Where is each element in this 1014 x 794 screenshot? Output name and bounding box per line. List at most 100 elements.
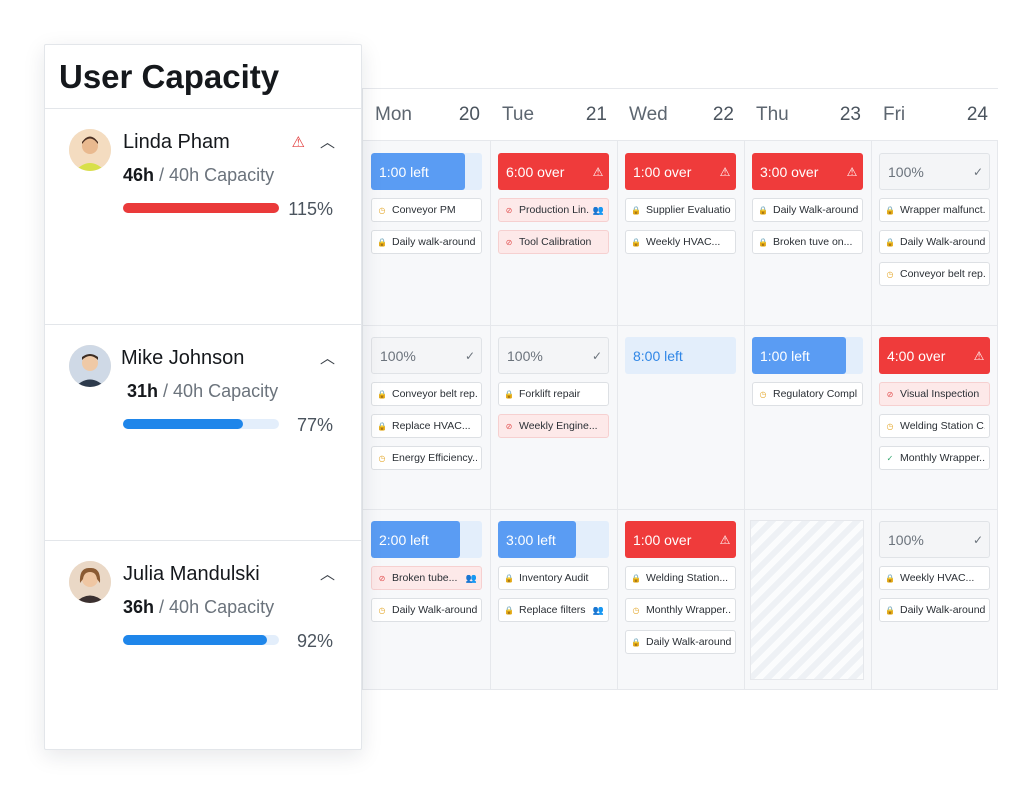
row-divider: [363, 325, 997, 326]
calendar-cell: 2:00 left ⊘ Broken tube... 👥 ◷ Daily Walk-aro…: [371, 521, 482, 622]
task-label: Daily Walk-around: [646, 636, 731, 648]
capacity-indicator[interactable]: 1:00 over ⚠: [625, 521, 736, 558]
lock-icon: 🔒: [885, 605, 895, 615]
capacity-progress-bar: [123, 419, 279, 429]
chevron-up-icon[interactable]: ︿: [320, 131, 335, 152]
capacity-label: 3:00 over: [760, 163, 819, 180]
user-row: Linda Pham ⚠ ︿ 46h / 40h Capacity 115%: [45, 109, 361, 325]
capacity-indicator[interactable]: 6:00 over ⚠: [498, 153, 609, 190]
avatar[interactable]: [69, 129, 111, 171]
task-chip[interactable]: 🔒 Replace HVAC...: [371, 414, 482, 438]
task-label: Welding Station...: [646, 572, 729, 584]
task-chip[interactable]: 🔒 Daily walk-around: [371, 230, 482, 254]
task-chip[interactable]: 🔒 Weekly HVAC...: [625, 230, 736, 254]
column-divider: [617, 89, 618, 689]
task-chip[interactable]: 🔒 Inventory Audit: [498, 566, 609, 590]
task-chip[interactable]: ⊘ Weekly Engine...: [498, 414, 609, 438]
hours-value: 36h: [123, 597, 155, 617]
task-label: Visual Inspection: [900, 388, 980, 400]
clock-icon: ◷: [886, 269, 894, 279]
capacity-indicator[interactable]: 3:00 over ⚠: [752, 153, 863, 190]
task-chip[interactable]: ◷ Regulatory Compl...: [752, 382, 863, 406]
task-chip[interactable]: ⊘ Visual Inspection: [879, 382, 990, 406]
task-chip[interactable]: ✓ Monthly Wrapper...: [879, 446, 990, 470]
avatar[interactable]: [69, 345, 111, 387]
task-chip[interactable]: 🔒 Daily Walk-around: [879, 230, 990, 254]
task-chip[interactable]: ◷ Energy Efficiency...: [371, 446, 482, 470]
unavailable-day-block: [750, 520, 864, 680]
capacity-label: 4:00 over: [887, 347, 946, 364]
calendar-cell: 1:00 over ⚠ 🔒 Welding Station... ◷ Monthly Wr…: [625, 521, 736, 654]
capacity-indicator[interactable]: 1:00 over ⚠: [625, 153, 736, 190]
calendar-cell: 6:00 over ⚠ ⊘ Production Lin... 👥 ⊘ Tool Calib…: [498, 153, 609, 254]
user-name: Mike Johnson: [121, 347, 245, 369]
capacity-indicator[interactable]: 3:00 left: [498, 521, 609, 558]
task-chip[interactable]: 🔒 Conveyor belt rep...: [371, 382, 482, 406]
capacity-indicator[interactable]: 100% ✓: [879, 153, 990, 190]
warning-icon: ⚠: [592, 164, 604, 179]
capacity-indicator[interactable]: 100% ✓: [498, 337, 609, 374]
task-chip[interactable]: 🔒 Daily Walk-around: [879, 598, 990, 622]
capacity-label: 2:00 left: [379, 531, 429, 548]
task-chip[interactable]: ◷ Conveyor PM: [371, 198, 482, 222]
task-label: Weekly Engine...: [519, 420, 598, 432]
calendar-cell: 3:00 left 🔒 Inventory Audit 🔒 Replace filter…: [498, 521, 609, 622]
task-chip[interactable]: ◷ Conveyor belt rep...: [879, 262, 990, 286]
task-label: Weekly HVAC...: [646, 236, 721, 248]
capacity-indicator[interactable]: 100% ✓: [371, 337, 482, 374]
chevron-up-icon[interactable]: ︿: [320, 563, 335, 584]
task-label: Conveyor belt rep...: [900, 268, 985, 280]
capacity-progress-bar: [123, 635, 279, 645]
lock-icon: 🔒: [504, 573, 514, 583]
clock-icon: ◷: [378, 205, 386, 215]
capacity-label: 100%: [888, 163, 924, 180]
chevron-up-icon[interactable]: ︿: [320, 347, 335, 368]
day-number: 22: [712, 103, 734, 125]
capacity-label: 1:00 over: [633, 163, 692, 180]
task-chip[interactable]: 🔒 Daily Walk-around: [625, 630, 736, 654]
alert-icon: ⊘: [505, 421, 513, 431]
task-label: Tool Calibration: [519, 236, 592, 248]
capacity-indicator[interactable]: 4:00 over ⚠: [879, 337, 990, 374]
capacity-indicator[interactable]: 1:00 left: [752, 337, 863, 374]
task-chip[interactable]: 🔒 Replace filters 👥: [498, 598, 609, 622]
capacity-label: 3:00 left: [506, 531, 556, 548]
lock-icon: 🔒: [504, 389, 514, 399]
user-name: Linda Pham: [123, 131, 230, 153]
calendar-cell: 100% ✓ 🔒 Weekly HVAC... 🔒 Daily Walk-around: [879, 521, 990, 622]
task-chip[interactable]: 🔒 Wrapper malfunct...: [879, 198, 990, 222]
capacity-indicator[interactable]: 1:00 left: [371, 153, 482, 190]
task-chip[interactable]: 🔒 Weekly HVAC...: [879, 566, 990, 590]
task-chip[interactable]: 🔒 Supplier Evaluation: [625, 198, 736, 222]
capacity-indicator[interactable]: 100% ✓: [879, 521, 990, 558]
user-row: Julia Mandulski ︿ 36h / 40h Capacity 92%: [45, 541, 361, 757]
task-label: Daily walk-around: [392, 236, 476, 248]
check-icon: ✓: [591, 348, 603, 363]
task-chip[interactable]: ⊘ Tool Calibration: [498, 230, 609, 254]
task-chip[interactable]: ◷ Monthly Wrapper...: [625, 598, 736, 622]
task-chip[interactable]: 🔒 Broken tuve on...: [752, 230, 863, 254]
task-label: Wrapper malfunct...: [900, 204, 985, 216]
capacity-indicator[interactable]: 2:00 left: [371, 521, 482, 558]
capacity-indicator[interactable]: 8:00 left: [625, 337, 736, 374]
task-chip[interactable]: 🔒 Daily Walk-around: [752, 198, 863, 222]
lock-icon: 🔒: [885, 237, 895, 247]
task-chip[interactable]: ⊘ Production Lin... 👥: [498, 198, 609, 222]
capacity-label: / 40h Capacity: [163, 381, 279, 401]
progress-fill: [123, 419, 244, 429]
capacity-percent: 115%: [288, 199, 333, 219]
lock-icon: 🔒: [758, 237, 768, 247]
task-chip[interactable]: 🔒 Forklift repair: [498, 382, 609, 406]
avatar[interactable]: [69, 561, 111, 603]
task-label: Supplier Evaluation: [646, 204, 731, 216]
task-chip[interactable]: 🔒 Welding Station...: [625, 566, 736, 590]
calendar-cell: 100% ✓ 🔒 Wrapper malfunct... 🔒 Daily Walk-aro…: [879, 153, 990, 286]
user-name: Julia Mandulski: [123, 563, 260, 585]
lock-icon: 🔒: [631, 637, 641, 647]
progress-fill: [123, 635, 267, 645]
day-number: 21: [585, 103, 607, 125]
task-chip[interactable]: ◷ Welding Station C...: [879, 414, 990, 438]
task-chip[interactable]: ◷ Daily Walk-around: [371, 598, 482, 622]
task-chip[interactable]: ⊘ Broken tube... 👥: [371, 566, 482, 590]
calendar-cell: 100% ✓ 🔒 Conveyor belt rep... 🔒 Replace HVAC.…: [371, 337, 482, 470]
